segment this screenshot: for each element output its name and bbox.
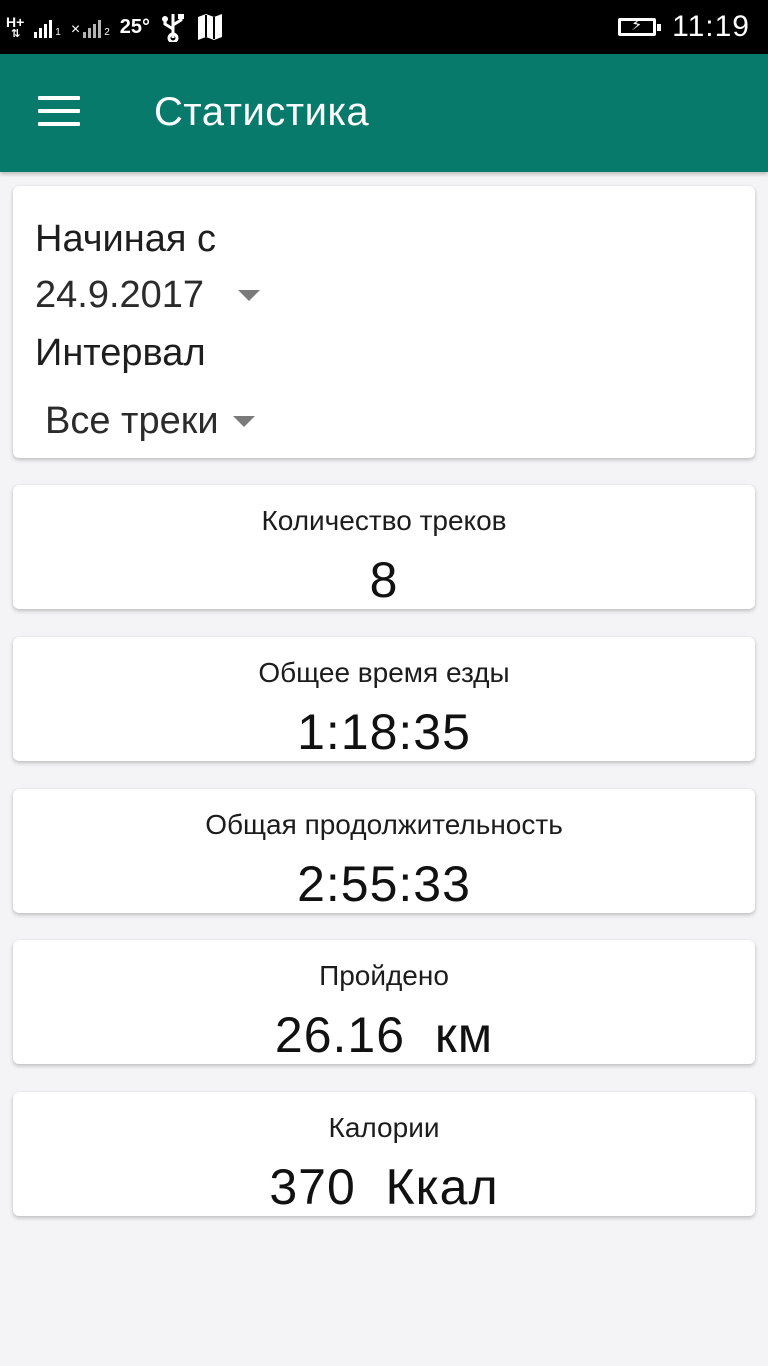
- map-icon: [198, 14, 223, 40]
- page-title: Статистика: [154, 90, 370, 134]
- stat-value: 2:55:33: [297, 856, 471, 912]
- stat-label: Общая продолжительность: [205, 809, 563, 840]
- data-arrows-icon: ⇅: [11, 27, 20, 40]
- status-icons-right: ⚡ 11:19: [618, 8, 750, 46]
- temperature-label: 25°: [119, 15, 151, 38]
- status-bar: H+ ⇅ 1 × 2 25° ⚡ 11:19: [0, 0, 768, 54]
- total-duration-card: Общая продолжительность 2:55:33: [13, 789, 755, 913]
- signal-icon: 1: [34, 16, 61, 38]
- clock: 11:19: [672, 10, 750, 43]
- sim2-index: 2: [104, 27, 110, 38]
- status-icons-left: H+ ⇅ 1 × 2 25°: [6, 10, 224, 44]
- hamburger-menu-icon[interactable]: [38, 96, 80, 128]
- interval-value: Все треки: [45, 400, 219, 442]
- start-date-value: 24.9.2017: [35, 274, 205, 316]
- start-date-dropdown[interactable]: 24.9.2017: [35, 274, 261, 317]
- start-date-label: Начиная с: [35, 218, 217, 260]
- stat-value: 8: [369, 552, 399, 608]
- calories-card: Калории 370 Ккал: [13, 1092, 755, 1216]
- filter-card: Начиная с 24.9.2017 Интервал Все треки: [13, 186, 755, 458]
- track-count-card: Количество треков 8: [13, 485, 755, 609]
- stat-value: 26.16 км: [274, 1007, 494, 1063]
- stat-value: 1:18:35: [297, 704, 471, 760]
- app-bar: Статистика: [0, 54, 768, 172]
- usb-icon: [162, 14, 185, 42]
- stat-value: 370 Ккал: [269, 1159, 499, 1215]
- sim1-index: 1: [55, 27, 61, 38]
- stat-label: Общее время езды: [258, 657, 510, 688]
- network-type-label: H+: [6, 13, 25, 30]
- distance-card: Пройдено 26.16 км: [13, 940, 755, 1064]
- chevron-down-icon: [238, 290, 261, 301]
- stat-label: Калории: [328, 1112, 440, 1143]
- no-signal-icon: × 2: [70, 20, 110, 38]
- chevron-down-icon: [232, 416, 255, 427]
- interval-dropdown[interactable]: Все треки: [45, 400, 255, 443]
- network-type-indicator: H+ ⇅: [6, 15, 24, 40]
- battery-charging-icon: ⚡: [618, 18, 662, 36]
- interval-label: Интервал: [35, 332, 206, 374]
- riding-time-card: Общее время езды 1:18:35: [13, 637, 755, 761]
- stat-label: Количество треков: [261, 505, 507, 536]
- stat-label: Пройдено: [319, 960, 449, 991]
